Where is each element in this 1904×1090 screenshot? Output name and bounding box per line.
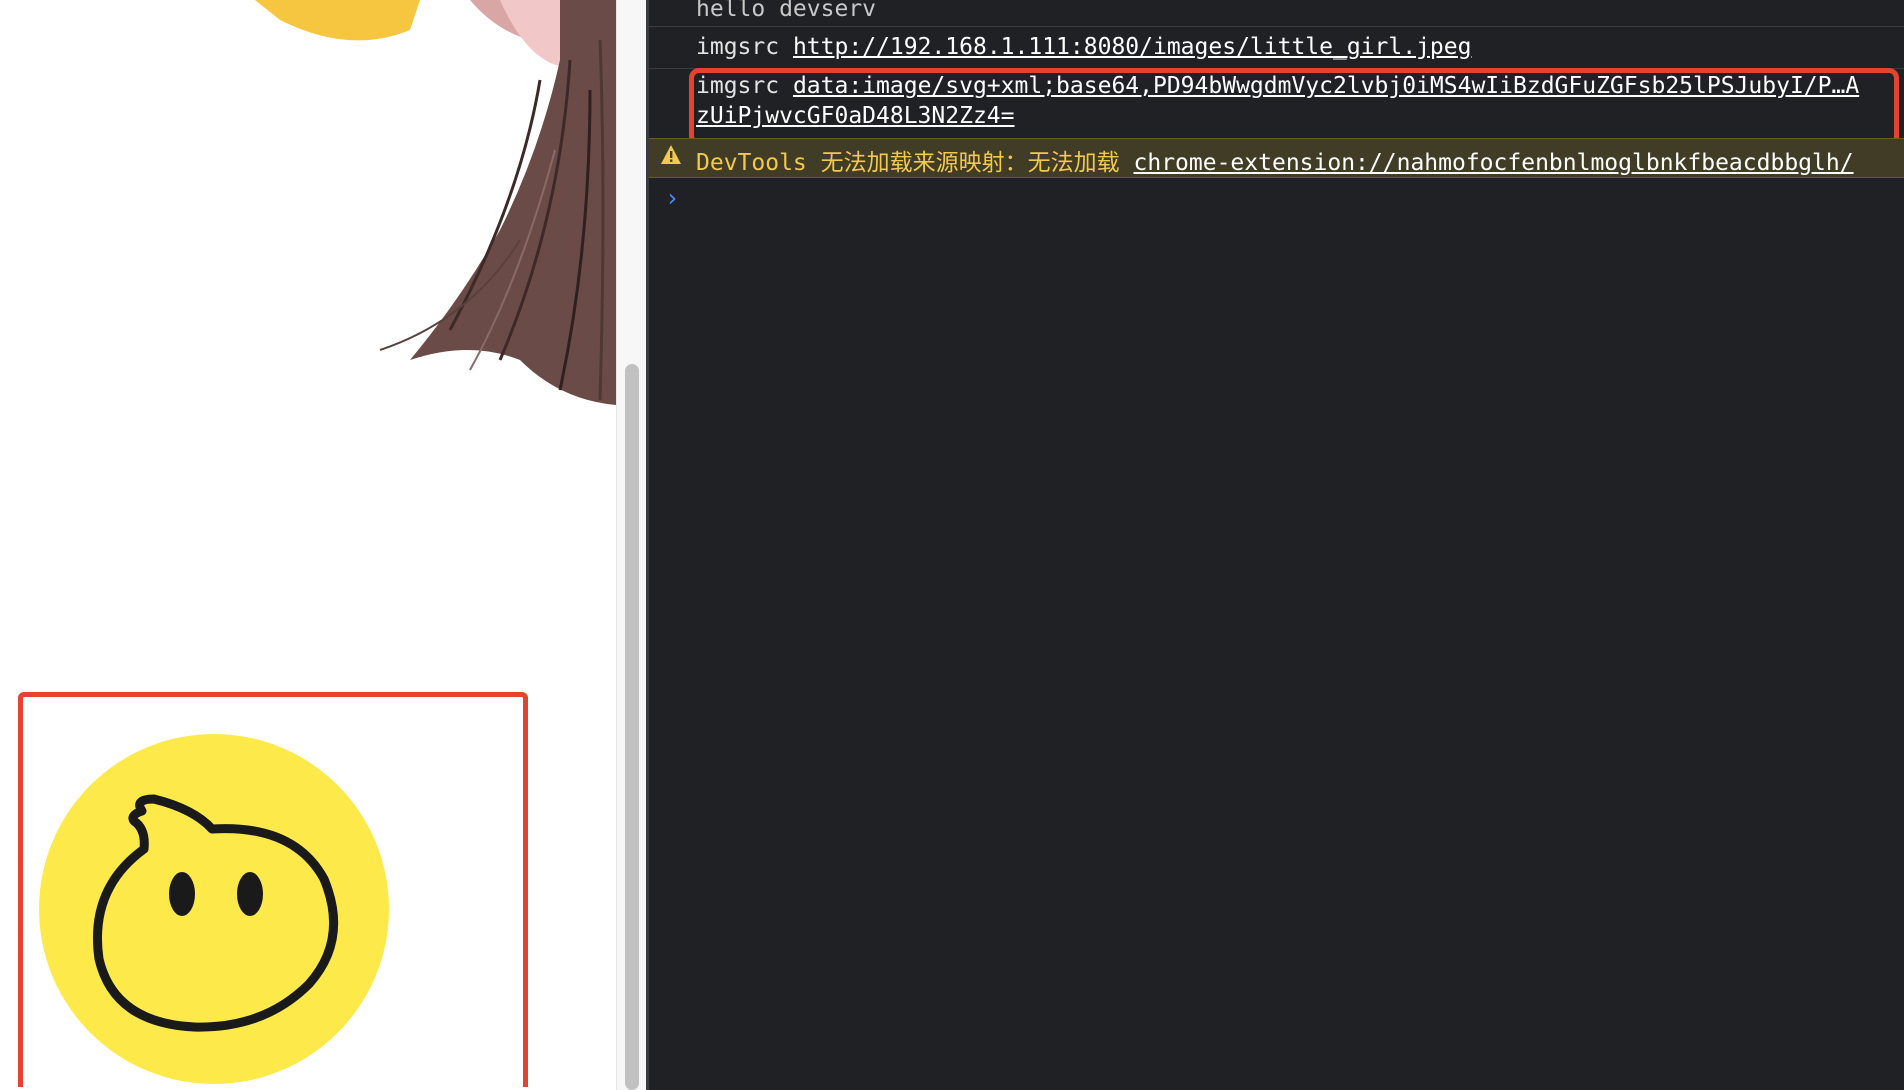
prompt-chevron-icon[interactable]: › <box>665 184 679 212</box>
speech-bubble-face-icon <box>39 734 389 1084</box>
image-highlight-frame <box>18 692 528 1087</box>
console-message-text: hello devserv <box>696 0 877 22</box>
warning-text: 无法加载来源映射：无法加载 <box>820 150 1120 176</box>
console-message: imgsrc http://192.168.1.111:8080/images/… <box>649 26 1904 69</box>
console-message-label: imgsrc <box>696 34 780 60</box>
warning-source: DevTools <box>696 150 807 176</box>
console-message-link[interactable]: http://192.168.1.111:8080/images/little_… <box>793 34 1472 60</box>
warning-link[interactable]: chrome-extension://nahmofocfenbnlmoglbnk… <box>1134 150 1854 176</box>
console-message: hello devserv <box>649 0 1904 27</box>
warning-icon <box>661 145 681 164</box>
console-warning-message: DevTools 无法加载来源映射：无法加载 chrome-extension:… <box>649 138 1904 178</box>
page-preview <box>0 0 616 1090</box>
girl-illustration-image <box>255 0 616 405</box>
page-scrollbar[interactable] <box>616 0 647 1090</box>
page-scrollbar-thumb[interactable] <box>625 364 639 1090</box>
console-highlight-frame <box>689 68 1899 146</box>
devtools-console: hello devserv imgsrc http://192.168.1.11… <box>649 0 1904 1090</box>
